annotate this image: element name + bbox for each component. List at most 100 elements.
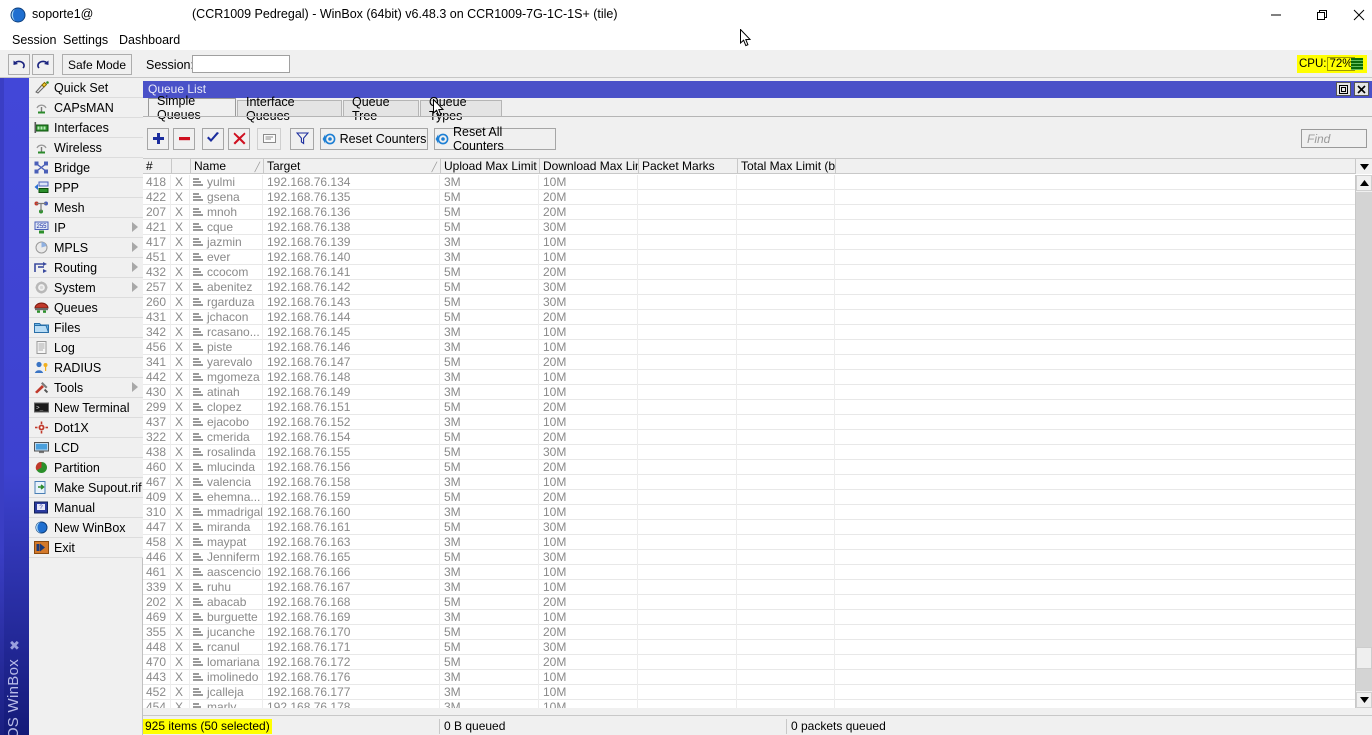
close-button[interactable]	[1345, 0, 1372, 30]
sidebar-item-capsman[interactable]: CAPsMAN	[29, 98, 143, 118]
table-row[interactable]: 460Xmlucinda192.168.76.1565M20M	[143, 460, 1355, 475]
column-header-total[interactable]: Total Max Limit (bi...	[738, 159, 836, 174]
table-row[interactable]: 448Xrcanul192.168.76.1715M30M	[143, 640, 1355, 655]
table-row[interactable]: 437Xejacobo192.168.76.1523M10M	[143, 415, 1355, 430]
sidebar-item-ip[interactable]: 255IP	[29, 218, 143, 238]
sidebar-item-exit[interactable]: Exit	[29, 538, 143, 558]
table-row[interactable]: 431Xjchacon192.168.76.1445M20M	[143, 310, 1355, 325]
table-row[interactable]: 207Xmnoh192.168.76.1365M20M	[143, 205, 1355, 220]
sidebar-item-system[interactable]: System	[29, 278, 143, 298]
panel-restore-button[interactable]	[1336, 82, 1351, 96]
sidebar-item-quick-set[interactable]: Quick Set	[29, 78, 143, 98]
table-row[interactable]: 446XJenniferm192.168.76.1655M30M	[143, 550, 1355, 565]
sidebar-item-queues[interactable]: Queues	[29, 298, 143, 318]
sidebar-item-mpls[interactable]: MPLS	[29, 238, 143, 258]
menu-settings[interactable]: Settings	[57, 32, 114, 48]
table-row[interactable]: 257Xabenitez192.168.76.1425M30M	[143, 280, 1355, 295]
vertical-scrollbar[interactable]	[1355, 175, 1372, 708]
column-header-x[interactable]	[172, 159, 191, 174]
sidebar-item-partition[interactable]: Partition	[29, 458, 143, 478]
remove-queue-button[interactable]	[173, 128, 195, 150]
sidebar-item-tools[interactable]: Tools	[29, 378, 143, 398]
sidebar-item-manual[interactable]: ?Manual	[29, 498, 143, 518]
sidebar-item-lcd[interactable]: LCD	[29, 438, 143, 458]
sidebar-item-ppp[interactable]: PPP	[29, 178, 143, 198]
table-row[interactable]: 467Xvalencia192.168.76.1583M10M	[143, 475, 1355, 490]
table-row[interactable]: 341Xyarevalo192.168.76.1475M20M	[143, 355, 1355, 370]
add-queue-button[interactable]	[147, 128, 169, 150]
sidebar-item-new-winbox[interactable]: New WinBox	[29, 518, 143, 538]
sidebar-item-mesh[interactable]: Mesh	[29, 198, 143, 218]
enable-queue-button[interactable]	[202, 128, 224, 150]
table-row[interactable]: 202Xabacab192.168.76.1685M20M	[143, 595, 1355, 610]
scrollbar-track[interactable]	[1356, 192, 1372, 691]
table-row[interactable]: 417Xjazmin192.168.76.1393M10M	[143, 235, 1355, 250]
scroll-up-button[interactable]	[1356, 175, 1372, 191]
table-row[interactable]: 418Xyulmi192.168.76.1343M10M	[143, 175, 1355, 190]
minimize-button[interactable]	[1253, 0, 1299, 30]
maximize-restore-button[interactable]	[1299, 0, 1345, 30]
sidebar-item-dot1x[interactable]: Dot1X	[29, 418, 143, 438]
table-row[interactable]: 470Xlomariana192.168.76.1725M20M	[143, 655, 1355, 670]
tab-simple-queues[interactable]: Simple Queues	[148, 98, 236, 117]
table-row[interactable]: 452Xjcalleja192.168.76.1773M10M	[143, 685, 1355, 700]
column-header-upload[interactable]: Upload Max Limit	[441, 159, 540, 174]
table-row[interactable]: 421Xcque192.168.76.1385M30M	[143, 220, 1355, 235]
filter-button[interactable]	[290, 128, 314, 150]
redo-button[interactable]	[32, 54, 54, 75]
disable-queue-button[interactable]	[228, 128, 250, 150]
table-row[interactable]: 443Ximolinedo192.168.76.1763M10M	[143, 670, 1355, 685]
scroll-down-button[interactable]	[1356, 692, 1372, 708]
menu-dashboard[interactable]: Dashboard	[113, 32, 186, 48]
comment-queue-button[interactable]	[257, 128, 281, 150]
column-header-marks[interactable]: Packet Marks	[639, 159, 738, 174]
table-row[interactable]: 458Xmaypat192.168.76.1633M10M	[143, 535, 1355, 550]
table-row[interactable]: 355Xjucanche192.168.76.1705M20M	[143, 625, 1355, 640]
table-row[interactable]: 422Xgsena192.168.76.1355M20M	[143, 190, 1355, 205]
sidebar-item-interfaces[interactable]: Interfaces	[29, 118, 143, 138]
sidebar-item-bridge[interactable]: Bridge	[29, 158, 143, 178]
panel-close-button[interactable]	[1354, 82, 1369, 96]
sidebar-item-new-terminal[interactable]: >_New Terminal	[29, 398, 143, 418]
sidebar-item-files[interactable]: Files	[29, 318, 143, 338]
column-header-id[interactable]: #	[143, 159, 172, 174]
table-row[interactable]: 322Xcmerida192.168.76.1545M20M	[143, 430, 1355, 445]
reset-all-counters-button[interactable]: Reset All Counters	[434, 128, 556, 150]
table-row[interactable]: 342Xrcasano...192.168.76.1453M10M	[143, 325, 1355, 340]
column-chooser-button[interactable]	[1355, 159, 1372, 174]
table-row[interactable]: 409Xehemna...192.168.76.1595M20M	[143, 490, 1355, 505]
cell-name: ejacobo	[191, 415, 263, 430]
session-input[interactable]	[192, 55, 290, 73]
table-row[interactable]: 430Xatinah192.168.76.1493M10M	[143, 385, 1355, 400]
sidebar-item-radius[interactable]: RADIUS	[29, 358, 143, 378]
table-row[interactable]: 432Xccocom192.168.76.1415M20M	[143, 265, 1355, 280]
safe-mode-button[interactable]: Safe Mode	[62, 54, 132, 75]
tab-queue-tree[interactable]: Queue Tree	[343, 100, 419, 117]
table-row[interactable]: 299Xclopez192.168.76.1515M20M	[143, 400, 1355, 415]
table-row[interactable]: 469Xburguette192.168.76.1693M10M	[143, 610, 1355, 625]
tab-queue-types[interactable]: Queue Types	[420, 100, 502, 117]
table-row[interactable]: 438Xrosalinda192.168.76.1555M30M	[143, 445, 1355, 460]
find-input[interactable]: Find	[1301, 129, 1367, 148]
table-row[interactable]: 461Xaascencio192.168.76.1663M10M	[143, 565, 1355, 580]
sidebar-item-wireless[interactable]: Wireless	[29, 138, 143, 158]
column-header-target[interactable]: Target╱	[264, 159, 441, 174]
table-row[interactable]: 310Xmmadrigal192.168.76.1603M10M	[143, 505, 1355, 520]
table-row[interactable]: 454Xmarly192.168.76.1783M10M	[143, 700, 1355, 708]
table-row[interactable]: 442Xmgomeza192.168.76.1483M10M	[143, 370, 1355, 385]
column-header-download[interactable]: Download Max Limit	[540, 159, 639, 174]
table-row[interactable]: 451Xever192.168.76.1403M10M	[143, 250, 1355, 265]
scrollbar-thumb[interactable]	[1356, 647, 1372, 669]
undo-button[interactable]	[8, 54, 30, 75]
menu-session[interactable]: Session	[6, 32, 62, 48]
reset-counters-button[interactable]: Reset Counters	[320, 128, 428, 150]
sidebar-item-log[interactable]: Log	[29, 338, 143, 358]
column-header-name[interactable]: Name╱	[191, 159, 264, 174]
table-row[interactable]: 260Xrgarduza192.168.76.1435M30M	[143, 295, 1355, 310]
table-row[interactable]: 447Xmiranda192.168.76.1615M30M	[143, 520, 1355, 535]
table-row[interactable]: 339Xruhu192.168.76.1673M10M	[143, 580, 1355, 595]
table-row[interactable]: 456Xpiste192.168.76.1463M10M	[143, 340, 1355, 355]
sidebar-item-routing[interactable]: Routing	[29, 258, 143, 278]
tab-interface-queues[interactable]: Interface Queues	[237, 100, 342, 117]
sidebar-item-make-supout-rif[interactable]: Make Supout.rif	[29, 478, 143, 498]
